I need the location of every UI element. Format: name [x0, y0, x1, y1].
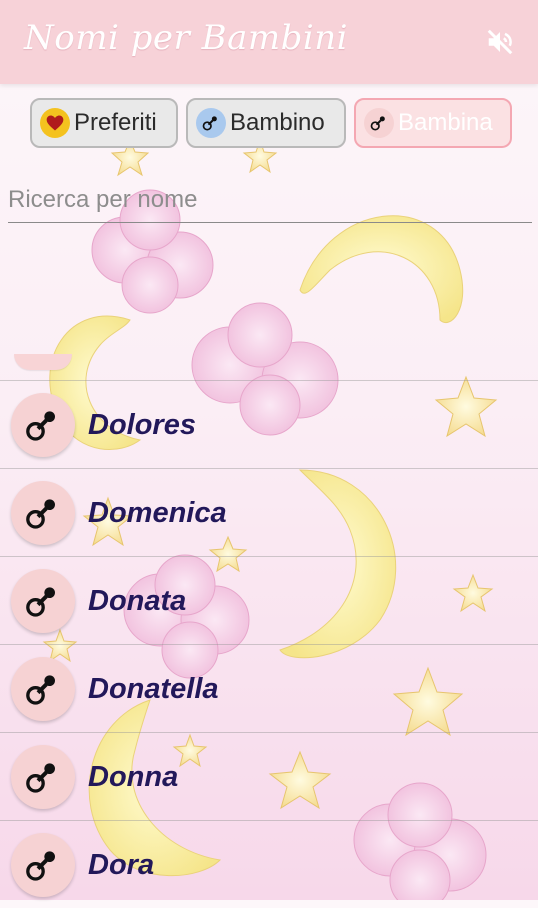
pacifier-icon	[11, 393, 75, 457]
pacifier-icon	[11, 833, 75, 897]
mute-button[interactable]	[482, 24, 518, 60]
list-item[interactable]: Donna	[0, 732, 538, 820]
list-item[interactable]: Donatella	[0, 644, 538, 732]
filter-tabs: Preferiti Bambino Bambina	[30, 98, 512, 148]
pacifier-icon	[11, 481, 75, 545]
tab-label: Bambino	[230, 109, 325, 136]
name-label: Dora	[88, 849, 155, 881]
name-label: Dolores	[88, 409, 196, 441]
pacifier-icon	[11, 657, 75, 721]
tab-bambino[interactable]: Bambino	[186, 98, 346, 148]
name-label: Donna	[88, 761, 179, 793]
name-label: Donata	[88, 585, 187, 617]
names-list: Dolores Domenica Donata Donatella Donna …	[0, 380, 538, 908]
tab-label: Bambina	[398, 109, 493, 136]
moon-decoration	[299, 215, 464, 323]
list-item[interactable]: Dolores	[0, 380, 538, 468]
name-label: Donatella	[88, 673, 219, 705]
tab-label: Preferiti	[74, 109, 157, 136]
pacifier-icon	[11, 569, 75, 633]
list-item[interactable]: Donata	[0, 556, 538, 644]
list-item[interactable]: Dora	[0, 820, 538, 908]
search-input[interactable]	[8, 180, 532, 220]
app-bar: Nomi per Bambini	[0, 0, 538, 84]
tab-preferiti[interactable]: Preferiti	[30, 98, 178, 148]
pacifier-icon	[364, 108, 394, 138]
pacifier-icon	[196, 108, 226, 138]
app-title: Nomi per Bambini	[24, 18, 348, 58]
heart-icon	[40, 108, 70, 138]
speaker-muted-icon	[487, 29, 513, 55]
name-label: Domenica	[88, 497, 227, 529]
search-field	[8, 180, 532, 223]
scroll-indicator	[14, 354, 72, 370]
tab-bambina[interactable]: Bambina	[354, 98, 512, 148]
pacifier-icon	[11, 745, 75, 809]
list-item[interactable]: Domenica	[0, 468, 538, 556]
